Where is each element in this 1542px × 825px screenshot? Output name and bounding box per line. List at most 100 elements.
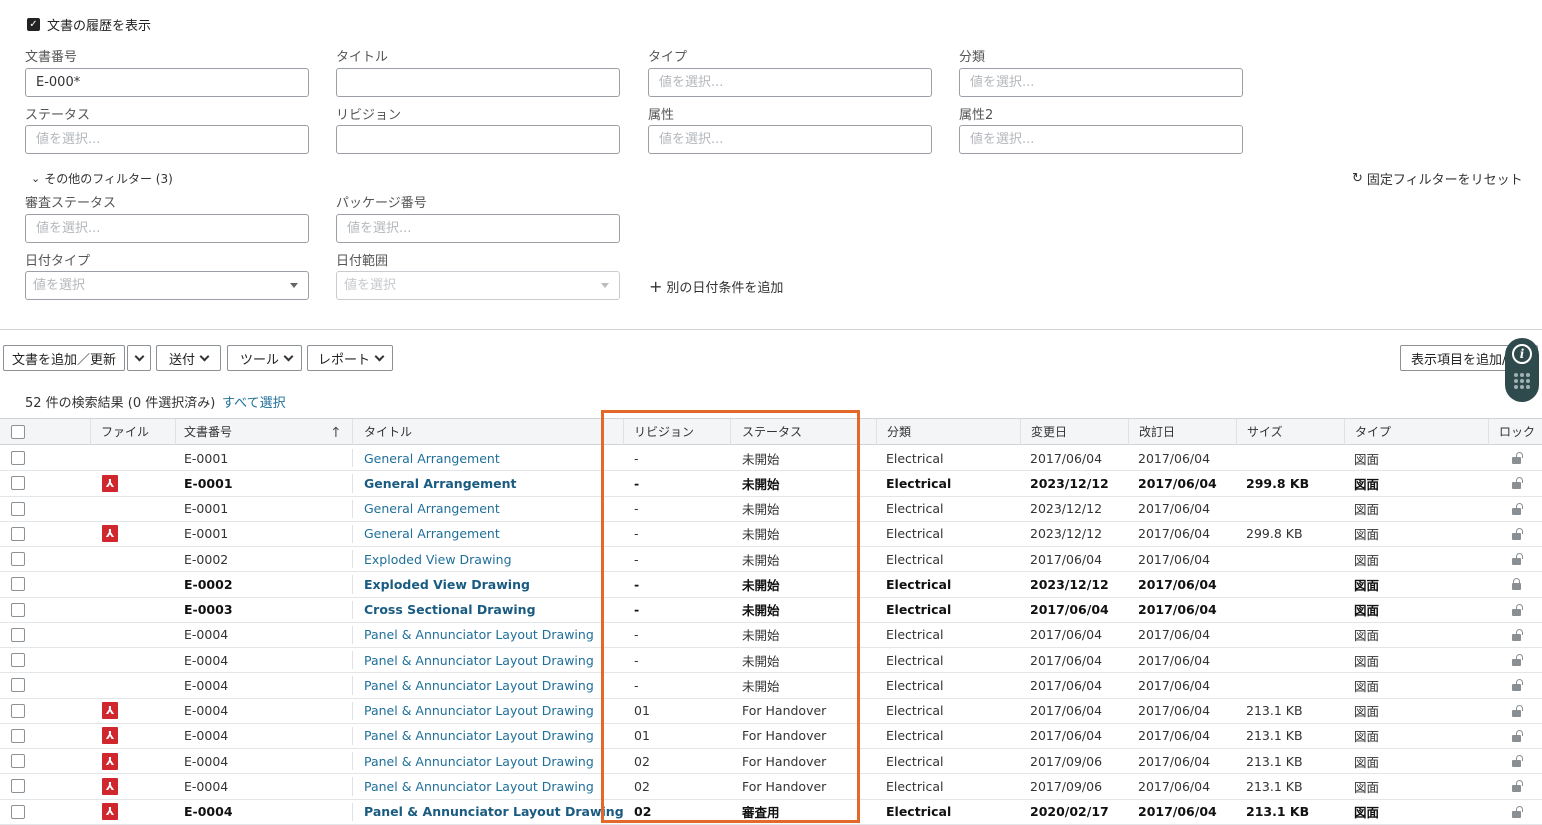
row-checkbox-cell[interactable] <box>11 724 25 748</box>
row-checkbox[interactable] <box>11 754 25 769</box>
revision-input[interactable] <box>336 125 620 154</box>
more-filters-toggle[interactable]: ⌄ その他のフィルター (3) <box>31 170 173 187</box>
col-status[interactable]: ステータス <box>730 419 876 445</box>
lock-cell[interactable] <box>1512 547 1523 571</box>
row-checkbox[interactable] <box>11 476 25 491</box>
title-input[interactable] <box>336 68 620 97</box>
file-cell[interactable]: ⅄ <box>102 699 118 723</box>
lock-cell[interactable] <box>1512 598 1523 622</box>
lock-open-icon[interactable] <box>1512 553 1523 566</box>
date-type-dropdown[interactable]: 値を選択 <box>25 271 309 300</box>
file-cell[interactable]: ⅄ <box>102 724 118 748</box>
lock-cell[interactable] <box>1512 572 1523 596</box>
title-link[interactable]: Panel & Annunciator Layout Drawing <box>364 774 594 798</box>
row-checkbox-cell[interactable] <box>11 497 25 521</box>
table-row[interactable]: E-0002 Exploded View Drawing - 未開始 Electrica… <box>0 572 1542 598</box>
report-button[interactable]: レポート <box>307 345 393 371</box>
col-revision[interactable]: リビジョン <box>623 419 730 445</box>
show-history-checkbox[interactable]: ✓ 文書の履歴を表示 <box>27 15 151 34</box>
table-row[interactable]: E-0002 Exploded View Drawing - 未開始 Electrica… <box>0 547 1542 573</box>
row-checkbox[interactable] <box>11 653 25 668</box>
pdf-file-icon[interactable]: ⅄ <box>102 803 118 821</box>
col-revised[interactable]: 改訂日 <box>1128 419 1236 445</box>
col-title[interactable]: タイトル <box>352 419 623 445</box>
row-checkbox-cell[interactable] <box>11 547 25 571</box>
table-row[interactable]: ⅄ E-0004 Panel & Annunciator Layout Drawin… <box>0 774 1542 800</box>
file-cell[interactable]: ⅄ <box>102 800 118 824</box>
status-select[interactable]: 値を選択... <box>25 125 309 154</box>
sort-ascending-icon[interactable]: ↑ <box>330 425 342 441</box>
add-update-button[interactable]: 文書を追加／更新 <box>3 345 125 371</box>
select-all-checkbox-cell[interactable] <box>0 419 90 445</box>
pdf-file-icon[interactable]: ⅄ <box>102 702 118 720</box>
row-checkbox[interactable] <box>11 501 25 516</box>
row-checkbox[interactable] <box>11 552 25 567</box>
lock-cell[interactable] <box>1512 749 1523 773</box>
lock-open-icon[interactable] <box>1512 527 1523 540</box>
lock-open-icon[interactable] <box>1512 780 1523 793</box>
lock-cell[interactable] <box>1512 623 1523 647</box>
apps-grid-icon[interactable] <box>1514 373 1530 389</box>
row-checkbox-cell[interactable] <box>11 800 25 824</box>
title-link[interactable]: Panel & Annunciator Layout Drawing <box>364 699 594 723</box>
pdf-file-icon[interactable]: ⅄ <box>102 752 118 770</box>
row-checkbox-cell[interactable] <box>11 522 25 546</box>
title-link[interactable]: General Arrangement <box>364 522 500 546</box>
table-row[interactable]: ⅄ E-0004 Panel & Annunciator Layout Drawin… <box>0 724 1542 749</box>
table-row[interactable]: E-0004 Panel & Annunciator Layout Drawing… <box>0 673 1542 699</box>
row-checkbox-cell[interactable] <box>11 648 25 672</box>
date-range-dropdown[interactable]: 値を選択 <box>336 271 620 300</box>
file-cell[interactable]: ⅄ <box>102 749 118 773</box>
table-row[interactable]: E-0004 Panel & Annunciator Layout Drawing… <box>0 648 1542 674</box>
row-checkbox-cell[interactable] <box>11 572 25 596</box>
table-row[interactable]: E-0004 Panel & Annunciator Layout Drawing… <box>0 623 1542 648</box>
title-link[interactable]: Panel & Annunciator Layout Drawing <box>364 800 624 824</box>
title-link[interactable]: General Arrangement <box>364 446 500 470</box>
file-cell[interactable]: ⅄ <box>102 774 118 798</box>
title-link[interactable]: Exploded View Drawing <box>364 572 530 596</box>
table-row[interactable]: E-0003 Cross Sectional Drawing - 未開始 Electri… <box>0 598 1542 623</box>
tools-button[interactable]: ツール <box>227 345 302 371</box>
pdf-file-icon[interactable]: ⅄ <box>102 474 118 492</box>
table-row[interactable]: E-0001 General Arrangement - 未開始 Electrical 2… <box>0 497 1542 522</box>
lock-closed-icon[interactable] <box>1512 578 1523 591</box>
lock-cell[interactable] <box>1512 800 1523 824</box>
lock-open-icon[interactable] <box>1512 729 1523 742</box>
col-size[interactable]: サイズ <box>1236 419 1344 445</box>
lock-open-icon[interactable] <box>1512 452 1523 465</box>
type-select[interactable]: 値を選択... <box>648 68 932 97</box>
file-cell[interactable]: ⅄ <box>102 471 118 495</box>
send-button[interactable]: 送付 <box>156 345 221 371</box>
package-number-select[interactable]: 値を選択... <box>336 214 620 243</box>
title-link[interactable]: General Arrangement <box>364 471 517 495</box>
pdf-file-icon[interactable]: ⅄ <box>102 525 118 543</box>
col-file[interactable]: ファイル <box>90 419 175 445</box>
title-link[interactable]: Panel & Annunciator Layout Drawing <box>364 749 594 773</box>
title-link[interactable]: Panel & Annunciator Layout Drawing <box>364 673 594 697</box>
row-checkbox[interactable] <box>11 703 25 718</box>
lock-open-icon[interactable] <box>1512 805 1523 818</box>
lock-cell[interactable] <box>1512 497 1523 521</box>
lock-open-icon[interactable] <box>1512 704 1523 717</box>
row-checkbox[interactable] <box>11 779 25 794</box>
category-select[interactable]: 値を選択... <box>959 68 1243 97</box>
lock-open-icon[interactable] <box>1512 679 1523 692</box>
lock-open-icon[interactable] <box>1512 628 1523 641</box>
col-lock[interactable]: ロック <box>1488 419 1542 445</box>
table-row[interactable]: ⅄ E-0001 General Arrangement - 未開始 Electrical… <box>0 522 1542 547</box>
select-all-link[interactable]: すべて選択 <box>222 392 286 411</box>
lock-cell[interactable] <box>1512 673 1523 697</box>
reset-filters-button[interactable]: ↻ 固定フィルターをリセット <box>1352 169 1523 188</box>
row-checkbox[interactable] <box>11 728 25 743</box>
pdf-file-icon[interactable]: ⅄ <box>102 727 118 745</box>
row-checkbox-cell[interactable] <box>11 598 25 622</box>
info-icon[interactable]: i <box>1512 344 1532 364</box>
title-link[interactable]: Panel & Annunciator Layout Drawing <box>364 724 594 748</box>
lock-open-icon[interactable] <box>1512 477 1523 490</box>
lock-cell[interactable] <box>1512 648 1523 672</box>
row-checkbox[interactable] <box>11 627 25 642</box>
attribute2-select[interactable]: 値を選択... <box>959 125 1243 154</box>
col-type[interactable]: タイプ <box>1344 419 1488 445</box>
title-link[interactable]: Cross Sectional Drawing <box>364 598 536 622</box>
table-row[interactable]: ⅄ E-0004 Panel & Annunciator Layout Drawin… <box>0 749 1542 775</box>
